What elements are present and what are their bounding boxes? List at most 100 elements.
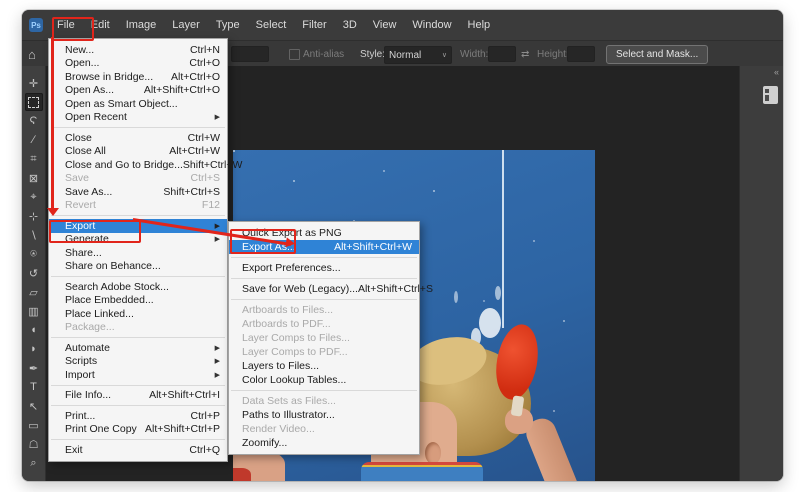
width-input[interactable] — [488, 46, 516, 62]
hand-tool-icon: ☖ — [28, 438, 39, 451]
anti-alias-checkbox[interactable] — [289, 49, 300, 60]
menu-item-paths-to-illustrator[interactable]: Paths to Illustrator... — [229, 408, 419, 422]
menu-item-open[interactable]: Open... Ctrl+O — [49, 57, 227, 71]
pen-tool-icon: ✒ — [28, 362, 39, 375]
menu-item-close-all[interactable]: Close All Alt+Ctrl+W — [49, 145, 227, 159]
menu-item-print-one-copy[interactable]: Print One Copy Alt+Shift+Ctrl+P — [49, 423, 227, 437]
menu-item-share-on-behance[interactable]: Share on Behance... — [49, 260, 227, 274]
eyedropper-tool[interactable]: ⌖ — [25, 188, 43, 206]
crop-tool[interactable]: ⌗ — [25, 150, 43, 168]
menu-window[interactable]: Window — [404, 10, 459, 40]
menu-separator — [51, 276, 225, 277]
menu-item-artboards-to-pdf[interactable]: Artboards to PDF... — [229, 317, 419, 331]
menu-item-export-preferences[interactable]: Export Preferences... — [229, 261, 419, 275]
menu-item-data-sets-as-files[interactable]: Data Sets as Files... — [229, 394, 419, 408]
rectangle-tool[interactable]: ▭ — [25, 416, 43, 434]
menu-item-color-lookup-tables[interactable]: Color Lookup Tables... — [229, 373, 419, 387]
menu-item-quick-export-as-png[interactable]: Quick Export as PNG — [229, 226, 419, 240]
menu-item-layer-comps-to-pdf[interactable]: Layer Comps to PDF... — [229, 345, 419, 359]
menu-item-close-and-go-to-bridge[interactable]: Close and Go to Bridge... Shift+Ctrl+W — [49, 158, 242, 172]
move-tool[interactable]: ✛ — [25, 74, 43, 92]
menu-item-revert[interactable]: Revert F12 — [49, 199, 227, 213]
menu-help[interactable]: Help — [460, 10, 499, 40]
menu-item-exit[interactable]: Exit Ctrl+Q — [49, 443, 227, 457]
menu-item-open-as[interactable]: Open As... Alt+Shift+Ctrl+O — [49, 84, 227, 98]
path-selection-tool[interactable]: ↖ — [25, 397, 43, 415]
menu-item-file-info[interactable]: File Info... Alt+Shift+Ctrl+I — [49, 389, 227, 403]
menu-item-print[interactable]: Print... Ctrl+P — [49, 409, 227, 423]
eraser-tool[interactable]: ▱ — [25, 283, 43, 301]
menu-item-label: Automate — [65, 341, 110, 354]
rectangular-marquee-tool[interactable] — [24, 93, 43, 111]
home-icon[interactable]: ⌂ — [28, 41, 36, 67]
lasso-tool[interactable]: Ϛ — [25, 112, 43, 130]
height-input[interactable] — [567, 46, 595, 62]
dodge-tool[interactable]: ◗ — [25, 340, 43, 358]
menu-item-browse-in-bridge[interactable]: Browse in Bridge... Alt+Ctrl+O — [49, 70, 227, 84]
menu-file[interactable]: File — [49, 10, 83, 40]
menu-item-share[interactable]: Share... — [49, 246, 227, 260]
quick-selection-tool-icon: ∕ — [32, 134, 35, 146]
hand-tool[interactable]: ☖ — [25, 435, 43, 453]
menu-item-save-for-web-legacy[interactable]: Save for Web (Legacy)... Alt+Shift+Ctrl+S — [229, 282, 433, 296]
menu-select[interactable]: Select — [248, 10, 295, 40]
menu-filter[interactable]: Filter — [294, 10, 334, 40]
spot-healing-brush-tool[interactable]: ⊹ — [25, 207, 43, 225]
panel-icon[interactable] — [763, 86, 778, 104]
brush-tool[interactable]: ∖ — [25, 226, 43, 244]
menu-item-close[interactable]: Close Ctrl+W — [49, 131, 227, 145]
clone-stamp-tool[interactable]: ⍟ — [25, 245, 43, 263]
menu-item-automate[interactable]: Automate ▶ — [49, 341, 227, 355]
collapse-panels-icon[interactable]: « — [774, 67, 779, 77]
feather-input[interactable] — [231, 46, 269, 62]
submenu-arrow-icon: ▶ — [214, 371, 220, 379]
menu-item-save[interactable]: Save Ctrl+S — [49, 172, 227, 186]
menu-item-import[interactable]: Import ▶ — [49, 368, 227, 382]
blur-tool[interactable]: ◖ — [25, 321, 43, 339]
select-and-mask-button[interactable]: Select and Mask... — [606, 45, 709, 64]
menu-item-artboards-to-files[interactable]: Artboards to Files... — [229, 303, 419, 317]
menu-item-label: Import — [65, 368, 95, 381]
menu-image[interactable]: Image — [118, 10, 165, 40]
menu-item-place-embedded[interactable]: Place Embedded... — [49, 294, 227, 308]
menu-type[interactable]: Type — [208, 10, 248, 40]
style-dropdown[interactable]: Normal ∨ — [384, 46, 452, 64]
menu-item-new[interactable]: New... Ctrl+N — [49, 43, 227, 57]
type-tool[interactable]: T — [25, 378, 43, 396]
menu-item-label: Export As... — [242, 241, 296, 253]
menu-item-shortcut: Alt+Ctrl+W — [169, 145, 220, 158]
submenu-arrow-icon: ▶ — [214, 236, 220, 244]
menu-item-open-recent[interactable]: Open Recent ▶ — [49, 111, 227, 125]
rectangle-tool-icon: ▭ — [28, 419, 39, 432]
zoom-tool[interactable]: ⌕ — [25, 454, 43, 472]
menu-item-package[interactable]: Package... — [49, 321, 227, 335]
pen-tool[interactable]: ✒ — [25, 359, 43, 377]
menu-item-place-linked[interactable]: Place Linked... — [49, 307, 227, 321]
menu-item-search-adobe-stock[interactable]: Search Adobe Stock... — [49, 280, 227, 294]
menu-view[interactable]: View — [365, 10, 405, 40]
menu-item-export[interactable]: Export ▶ — [49, 219, 227, 233]
menu-3d[interactable]: 3D — [335, 10, 365, 40]
link-dimensions-icon[interactable]: ⇄ — [521, 41, 529, 67]
menu-item-save-as[interactable]: Save As... Shift+Ctrl+S — [49, 185, 227, 199]
menu-item-export-as[interactable]: Export As... Alt+Shift+Ctrl+W — [229, 240, 419, 254]
history-brush-tool[interactable]: ↺ — [25, 264, 43, 282]
menu-item-open-as-smart-object[interactable]: Open as Smart Object... — [49, 97, 227, 111]
menu-item-label: Revert — [65, 199, 96, 212]
menu-item-label: Print One Copy — [65, 423, 137, 436]
menu-item-label: Render Video... — [242, 423, 315, 435]
menu-item-render-video[interactable]: Render Video... — [229, 422, 419, 436]
menu-item-generate[interactable]: Generate ▶ — [49, 233, 227, 247]
frame-tool[interactable]: ⊠ — [25, 169, 43, 187]
quick-selection-tool[interactable]: ∕ — [25, 131, 43, 149]
gradient-tool[interactable]: ▥ — [25, 302, 43, 320]
menu-edit[interactable]: Edit — [83, 10, 118, 40]
menu-item-layer-comps-to-files[interactable]: Layer Comps to Files... — [229, 331, 419, 345]
menu-item-label: Open As... — [65, 84, 115, 97]
menu-layer[interactable]: Layer — [164, 10, 208, 40]
menu-item-zoomify[interactable]: Zoomify... — [229, 436, 419, 450]
menu-item-scripts[interactable]: Scripts ▶ — [49, 355, 227, 369]
menu-item-shortcut: Ctrl+W — [187, 131, 220, 144]
submenu-arrow-icon: ▶ — [214, 114, 220, 122]
menu-item-layers-to-files[interactable]: Layers to Files... — [229, 359, 419, 373]
